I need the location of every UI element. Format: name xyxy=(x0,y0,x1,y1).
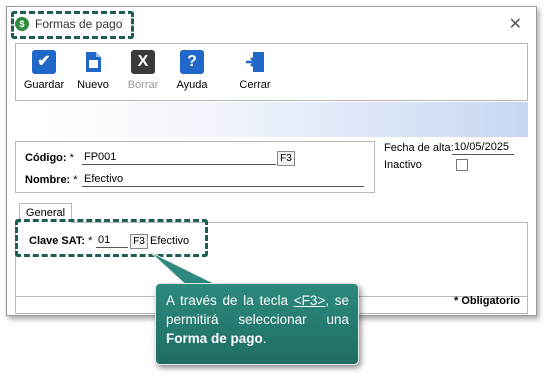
nombre-label: Nombre: * xyxy=(25,174,78,186)
close-button[interactable]: Cerrar xyxy=(230,50,280,91)
callout-key: <F3> xyxy=(293,293,326,308)
inactivo-label: Inactivo xyxy=(384,159,422,171)
inactivo-checkbox[interactable] xyxy=(456,159,468,171)
help-button-label: Ayuda xyxy=(176,79,208,91)
title-highlight-frame xyxy=(11,11,134,39)
delete-button[interactable]: X Borrar xyxy=(118,50,168,91)
save-button[interactable]: ✔ Guardar xyxy=(19,50,69,91)
callout-text-before: A través de la tecla xyxy=(166,293,294,308)
fecha-alta-label: Fecha de alta: xyxy=(384,142,454,154)
new-button[interactable]: Nuevo xyxy=(68,50,118,91)
callout-text-after: . xyxy=(262,331,267,346)
check-icon: ✔ xyxy=(32,50,56,74)
document-icon xyxy=(81,50,105,74)
help-callout: A través de la tecla <F3>, se permitirá … xyxy=(155,283,359,365)
required-note: * Obligatorio xyxy=(454,295,520,307)
codigo-field[interactable]: FP001 xyxy=(82,151,276,165)
question-icon: ? xyxy=(180,50,204,74)
close-button-label: Cerrar xyxy=(239,79,271,91)
clave-sat-highlight-frame xyxy=(15,219,208,257)
main-fields-panel: Código: * FP001 F3 Nombre: * Efectivo xyxy=(15,141,375,193)
callout-bold: Forma de pago xyxy=(166,331,263,346)
toolbar: ✔ Guardar Nuevo X Borrar ? Ayuda Cerrar xyxy=(15,43,528,101)
delete-button-label: Borrar xyxy=(127,79,159,91)
exit-door-icon xyxy=(243,50,267,74)
codigo-f3-button[interactable]: F3 xyxy=(277,151,295,166)
close-icon[interactable]: ✕ xyxy=(509,14,522,34)
nombre-field[interactable]: Efectivo xyxy=(82,173,364,187)
header-banner xyxy=(15,102,528,137)
help-button[interactable]: ? Ayuda xyxy=(167,50,217,91)
delete-x-icon: X xyxy=(131,50,155,74)
fecha-alta-field[interactable]: 10/05/2025 xyxy=(452,141,514,155)
formas-de-pago-window: $ Formas de pago ✕ ✔ Guardar Nuevo X Bor… xyxy=(6,6,537,316)
new-button-label: Nuevo xyxy=(77,79,109,91)
save-button-label: Guardar xyxy=(23,79,65,91)
codigo-label: Código: * xyxy=(25,152,74,164)
